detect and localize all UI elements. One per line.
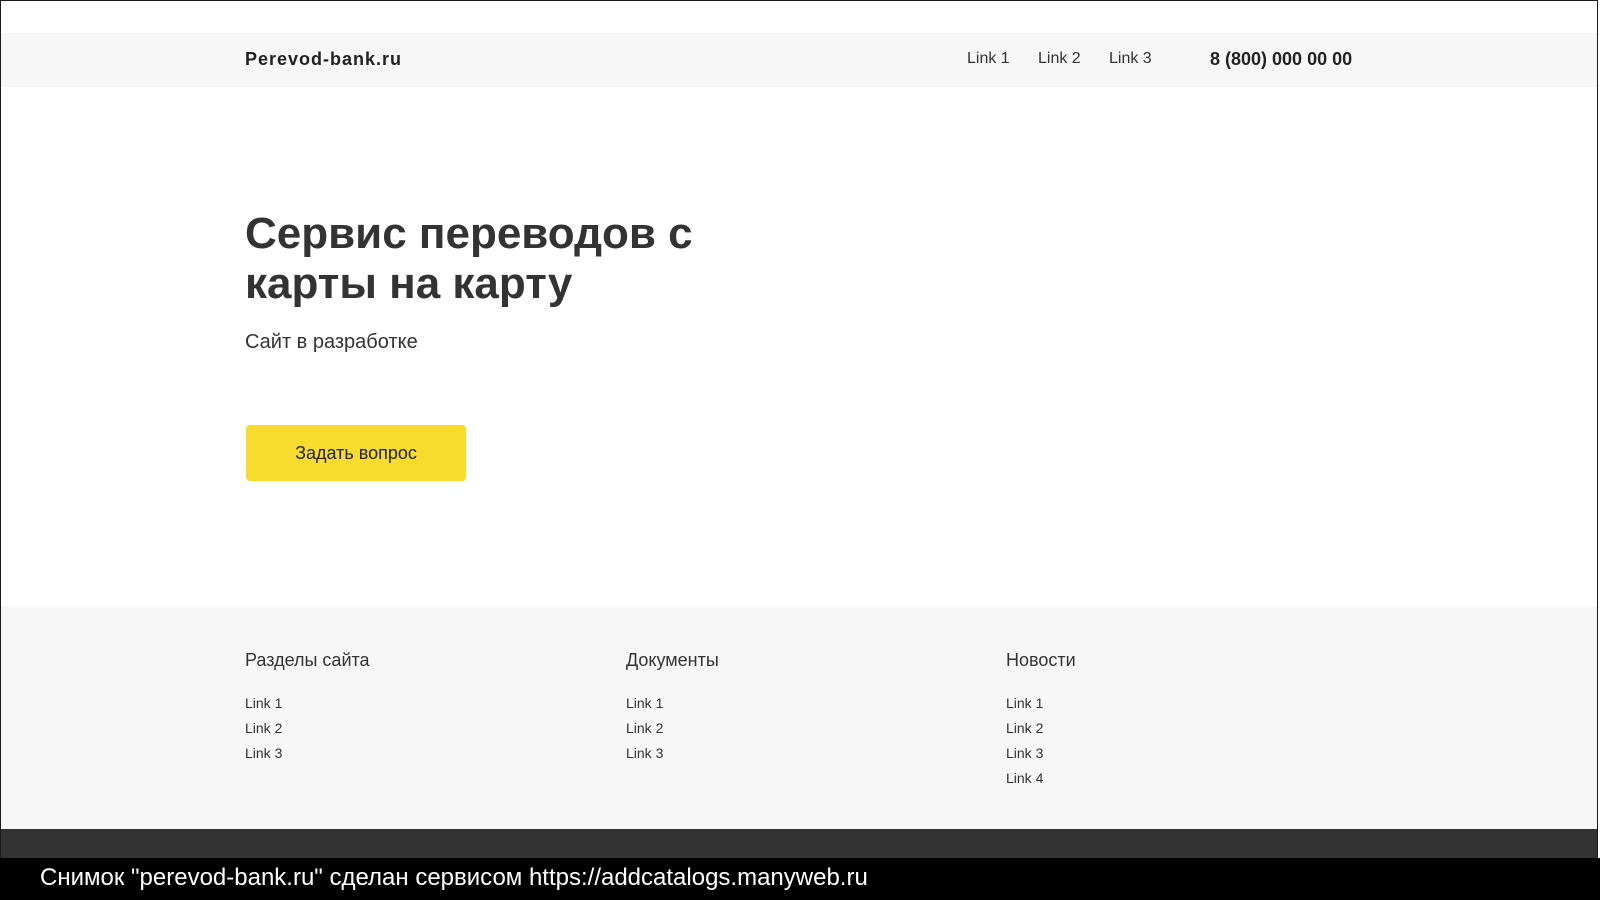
footer-link[interactable]: Link 3 — [1006, 741, 1306, 766]
screenshot-caption-bar: Снимок "perevod-bank.ru" сделан сервисом… — [0, 858, 1600, 900]
footer-column-title: Разделы сайта — [245, 650, 370, 670]
site-header: Perevod-bank.ru Link 1 Link 2 Link 3 8 (… — [1, 33, 1597, 87]
footer-column-news: Новости Link 1 Link 2 Link 3 Link 4 — [1006, 650, 1306, 791]
footer-column-title: Документы — [626, 650, 719, 670]
footer-link[interactable]: Link 4 — [1006, 766, 1306, 791]
site-footer: Разделы сайта Link 1 Link 2 Link 3 Докум… — [1, 606, 1597, 829]
footer-link[interactable]: Link 2 — [626, 716, 926, 741]
hero-title-line-1: Сервис переводов с — [245, 209, 693, 258]
screenshot-caption: Снимок "perevod-bank.ru" сделан сервисом… — [40, 864, 868, 891]
page-frame: Perevod-bank.ru Link 1 Link 2 Link 3 8 (… — [0, 0, 1598, 898]
hero-title: Сервис переводов с карты на карту — [245, 209, 765, 309]
hero-subtitle: Сайт в разработке — [245, 331, 418, 353]
nav-link-1[interactable]: Link 1 — [967, 50, 1010, 68]
footer-link[interactable]: Link 1 — [626, 691, 926, 716]
footer-column-documents: Документы Link 1 Link 2 Link 3 — [626, 650, 926, 766]
footer-link[interactable]: Link 3 — [245, 741, 545, 766]
footer-link[interactable]: Link 2 — [1006, 716, 1306, 741]
nav-link-2[interactable]: Link 2 — [1038, 50, 1081, 68]
footer-column-title: Новости — [1006, 650, 1076, 670]
footer-link[interactable]: Link 3 — [626, 741, 926, 766]
footer-bottom-bar — [1, 829, 1597, 859]
footer-link[interactable]: Link 2 — [245, 716, 545, 741]
hero-title-line-2: карты на карту — [245, 259, 573, 308]
phone-number[interactable]: 8 (800) 000 00 00 — [1210, 49, 1352, 70]
footer-link[interactable]: Link 1 — [1006, 691, 1306, 716]
site-logo[interactable]: Perevod-bank.ru — [245, 49, 402, 70]
ask-question-button[interactable]: Задать вопрос — [246, 425, 466, 481]
footer-link[interactable]: Link 1 — [245, 691, 545, 716]
nav-link-3[interactable]: Link 3 — [1109, 50, 1152, 68]
footer-column-sections: Разделы сайта Link 1 Link 2 Link 3 — [245, 650, 545, 766]
